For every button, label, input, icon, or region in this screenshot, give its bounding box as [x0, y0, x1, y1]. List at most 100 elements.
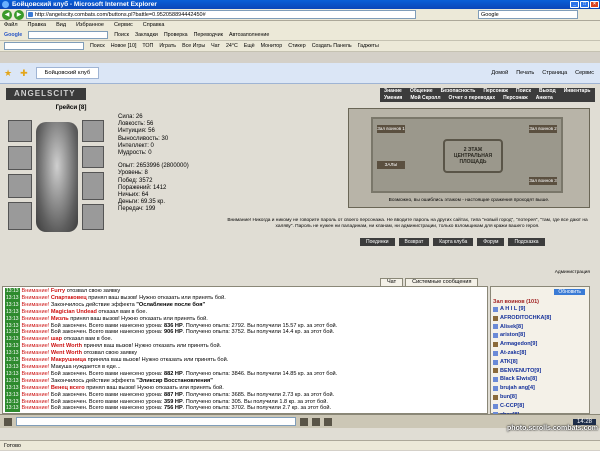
game-menu-item[interactable]: Мой Скролл [406, 95, 444, 102]
sticker-button[interactable]: Стикер [288, 43, 305, 49]
game-menu-item[interactable]: Поиск [512, 88, 535, 95]
game-menu-item[interactable]: Анкета [532, 95, 557, 102]
game-menu-item[interactable]: Знание [380, 88, 406, 95]
chat-input[interactable] [16, 417, 296, 426]
chat-player-name[interactable]: Макрушница [51, 357, 86, 363]
check-button[interactable]: Проверка [164, 32, 188, 38]
page-button[interactable]: Страница [542, 70, 567, 76]
more-button[interactable]: Ещё [244, 43, 255, 49]
player-name[interactable]: AFRODITOCHKA[8] [500, 314, 551, 323]
chat-player-name[interactable]: шар [51, 336, 62, 342]
hall-button[interactable]: Зал воинов 2 [529, 125, 557, 133]
home-button[interactable]: Домой [491, 70, 508, 76]
player-item[interactable]: Armagedon[9] [491, 340, 589, 349]
monitor-button[interactable]: Монитор [261, 43, 283, 49]
player-item[interactable]: Black Elwis[8] [491, 375, 589, 384]
player-name[interactable]: C-CCP[8] [500, 402, 524, 411]
chat-player-name[interactable]: Венец всего [51, 385, 85, 391]
player-item[interactable]: brujah ang[4] [491, 384, 589, 393]
forward-icon[interactable]: ▶ [14, 9, 24, 20]
player-name[interactable]: BENVENUTO[9] [500, 367, 541, 376]
all-games-button[interactable]: Все Игры [182, 43, 205, 49]
smiley-icon[interactable] [4, 417, 12, 426]
player-name[interactable]: At-zakc[8] [500, 349, 526, 358]
game-menu-item[interactable]: Безопасность [437, 88, 480, 95]
player-item[interactable]: A H I L [9] [491, 305, 589, 314]
game-menu-item[interactable]: Выход [535, 88, 560, 95]
player-item[interactable]: AFRODITOCHKA[8] [491, 314, 589, 323]
send-icon[interactable] [300, 417, 308, 426]
belt-slot[interactable] [8, 202, 32, 230]
menu-view[interactable]: Вид [56, 21, 66, 30]
weapon-slot[interactable] [8, 146, 32, 170]
minimize-button[interactable]: _ [570, 1, 579, 8]
service-button[interactable]: Сервис [575, 70, 594, 76]
bookmarks-button[interactable]: Закладки [135, 32, 158, 38]
back-icon[interactable]: ◀ [2, 9, 12, 20]
player-item[interactable]: Alisek[8] [491, 323, 589, 332]
shield-slot[interactable] [82, 172, 104, 200]
armor-slot[interactable] [8, 174, 32, 198]
halls-button[interactable]: ЗАЛЫ [377, 161, 405, 169]
player-item[interactable]: C-CCP[8] [491, 402, 589, 411]
google-search-input[interactable] [28, 31, 109, 39]
toolbar-search-button[interactable]: Поиск [90, 43, 105, 49]
player-item[interactable]: bun[8] [491, 393, 589, 402]
gloves-slot[interactable] [82, 146, 104, 168]
player-name[interactable]: A H I L [9] [500, 305, 525, 314]
game-menu-item[interactable]: Персонаж [479, 88, 512, 95]
game-menu-item[interactable]: Умения [380, 95, 406, 102]
forum-button[interactable]: Форум [477, 238, 505, 246]
return-button[interactable]: Возврат [398, 238, 430, 246]
character-name[interactable]: Грейси [8] [36, 104, 106, 111]
player-item[interactable]: ariston[8] [491, 331, 589, 340]
new-button[interactable]: Новое [10] [111, 43, 137, 49]
game-menu-item[interactable]: Общение [406, 88, 437, 95]
hall-button[interactable]: Зал воинов 1 [377, 125, 405, 133]
menu-help[interactable]: Справка [143, 21, 165, 30]
player-item[interactable]: ATK[8] [491, 358, 589, 367]
player-name[interactable]: Black Elwis[8] [500, 375, 537, 384]
play-button[interactable]: Играть [159, 43, 176, 49]
maximize-button[interactable]: □ [580, 1, 589, 8]
player-name[interactable]: Armagedon[9] [500, 340, 537, 349]
chat-button[interactable]: Чат [211, 43, 220, 49]
print-button[interactable]: Печать [516, 70, 534, 76]
chat-player-name[interactable]: Magician Undead [51, 309, 97, 315]
helmet-slot[interactable] [8, 120, 32, 142]
translate-button[interactable]: Переводчик [194, 32, 223, 38]
autofill-button[interactable]: Автозаполнение [229, 32, 269, 38]
menu-tools[interactable]: Сервис [114, 21, 133, 30]
address-input[interactable]: http://angelscity.combats.com/buttons.pl… [26, 10, 416, 19]
chat-player-name[interactable]: Went Worth [51, 350, 82, 356]
game-menu-item[interactable]: Инвентарь [560, 88, 595, 95]
menu-favorites[interactable]: Избранное [76, 21, 104, 30]
filter-icon[interactable] [324, 417, 332, 426]
hall-button[interactable]: Зал воинов 3 [529, 177, 557, 185]
favorites-star-icon[interactable]: ★ [4, 68, 12, 79]
tab-fight-club[interactable]: Бойцовский клуб [35, 67, 100, 79]
gadgets-button[interactable]: Гаджеты [358, 43, 379, 49]
boots-slot[interactable] [82, 204, 104, 230]
chat-player-name[interactable]: Мизль [51, 316, 69, 322]
amulet-slot[interactable] [82, 120, 104, 142]
menu-edit[interactable]: Правка [28, 21, 47, 30]
game-menu-item[interactable]: Отчет о переводах [445, 95, 500, 102]
weather-button[interactable]: 24°С [226, 43, 238, 49]
search-input[interactable]: Google [478, 10, 578, 19]
create-panel-button[interactable]: Создать Панель [312, 43, 352, 49]
player-name[interactable]: brujah ang[4] [500, 384, 535, 393]
game-menu-item[interactable]: Персонаж [499, 95, 532, 102]
club-map-button[interactable]: Карта клуба [433, 238, 474, 246]
duels-button[interactable]: Поединки [360, 238, 395, 246]
hint-button[interactable]: Подсказка [508, 238, 545, 246]
chat-player-name[interactable]: Спартаковец [51, 295, 87, 301]
player-item[interactable]: BENVENUTO[9] [491, 367, 589, 376]
top-button[interactable]: ТОП [142, 43, 153, 49]
player-name[interactable]: ariston[8] [500, 331, 525, 340]
clear-icon[interactable] [312, 417, 320, 426]
chat-player-name[interactable]: Furry [51, 288, 65, 294]
player-name[interactable]: ATK[8] [500, 358, 518, 367]
player-item[interactable]: At-zakc[8] [491, 349, 589, 358]
add-favorite-icon[interactable]: ✚ [20, 68, 28, 79]
